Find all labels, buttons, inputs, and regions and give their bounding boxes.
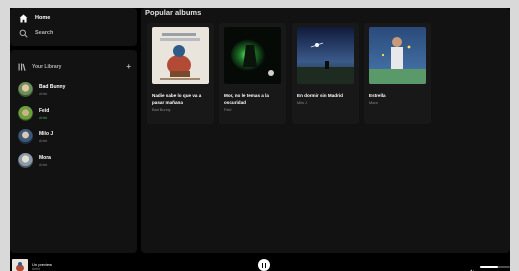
app-window: Home Search Your Library + Bad Bunny Art… bbox=[10, 8, 510, 271]
album-artist: Milo J bbox=[297, 101, 307, 105]
now-playing-artist[interactable]: Artist bbox=[32, 267, 40, 271]
plus-icon[interactable]: + bbox=[126, 63, 131, 71]
nav-search-label: Search bbox=[35, 30, 54, 36]
volume-fill bbox=[480, 266, 498, 268]
main-content: Popular albums Nadie sabe lo que va a pa… bbox=[141, 8, 510, 253]
artist-type: Artist bbox=[39, 115, 48, 120]
now-playing-cover[interactable] bbox=[12, 259, 28, 271]
search-icon bbox=[18, 28, 28, 38]
artist-name: Feid bbox=[39, 107, 50, 114]
artist-type: Artist bbox=[39, 162, 48, 167]
library-item-bad-bunny[interactable]: Bad Bunny Artist bbox=[18, 81, 131, 98]
artist-type: Artist bbox=[39, 138, 48, 143]
library-item-feid[interactable]: Feid Artist bbox=[18, 105, 131, 122]
album-card[interactable]: Mor, no le temas a la oscuridad Feid bbox=[219, 23, 286, 124]
pause-icon bbox=[264, 262, 267, 268]
avatar bbox=[18, 82, 33, 97]
album-cover bbox=[224, 27, 281, 84]
nav-search[interactable]: Search bbox=[18, 28, 53, 38]
album-card[interactable]: Estrella Mora bbox=[364, 23, 431, 124]
album-cover bbox=[369, 27, 426, 84]
album-card[interactable]: Nadie sabe lo que va a pasar mañana Bad … bbox=[147, 23, 214, 124]
library-panel: Your Library + Bad Bunny Artist Feid Art… bbox=[10, 50, 137, 253]
pause-button[interactable] bbox=[258, 259, 270, 271]
avatar bbox=[18, 153, 33, 168]
library-header[interactable]: Your Library + bbox=[18, 62, 131, 72]
library-item-mora[interactable]: Mora Artist bbox=[18, 152, 131, 169]
pause-icon bbox=[261, 262, 264, 268]
volume-slider[interactable] bbox=[480, 266, 510, 268]
album-title: Nadie sabe lo que va a pasar mañana bbox=[152, 93, 202, 105]
section-title: Popular albums bbox=[145, 8, 202, 17]
album-title: Estrella bbox=[369, 93, 386, 98]
album-title: En dormir sin Madrid bbox=[297, 93, 343, 98]
avatar bbox=[18, 106, 33, 121]
album-artist: Feid bbox=[224, 108, 232, 112]
speaker-icon[interactable] bbox=[468, 263, 476, 271]
nav-home[interactable]: Home bbox=[18, 13, 50, 23]
artist-name: Bad Bunny bbox=[39, 83, 66, 90]
album-card[interactable]: En dormir sin Madrid Milo J bbox=[292, 23, 359, 124]
album-title: Mor, no le temas a la oscuridad bbox=[224, 93, 269, 105]
album-artist: Bad Bunny bbox=[152, 108, 171, 112]
artist-name: Milo J bbox=[39, 130, 54, 137]
library-icon bbox=[18, 63, 26, 71]
artist-name: Mora bbox=[39, 154, 51, 161]
album-cover bbox=[152, 27, 209, 84]
library-item-milo-j[interactable]: Milo J Artist bbox=[18, 128, 131, 145]
artist-type: Artist bbox=[39, 91, 48, 96]
home-icon bbox=[18, 13, 28, 23]
album-cover bbox=[297, 27, 354, 84]
now-playing-bar: Un preview Artist bbox=[10, 257, 510, 271]
avatar bbox=[18, 129, 33, 144]
nav-home-label: Home bbox=[35, 15, 51, 21]
library-label: Your Library bbox=[32, 64, 62, 70]
sidebar-nav: Home Search bbox=[10, 8, 137, 46]
album-artist: Mora bbox=[369, 101, 378, 105]
